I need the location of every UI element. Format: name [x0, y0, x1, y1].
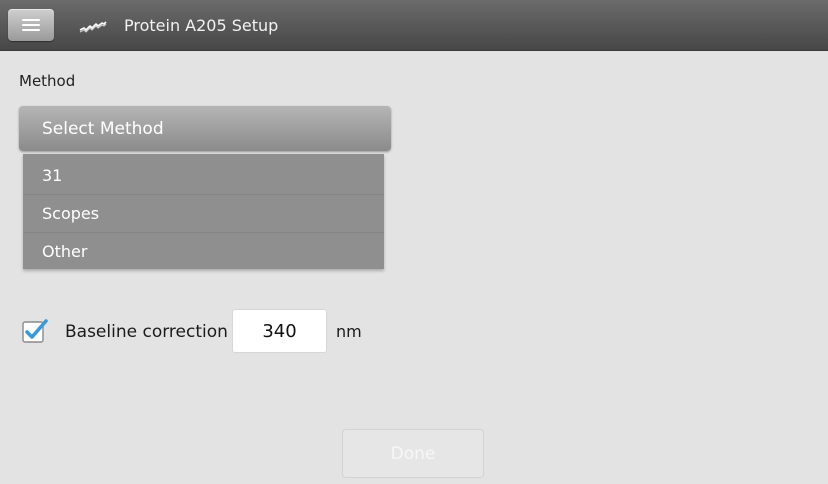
menu-line [22, 19, 40, 21]
hamburger-menu-icon[interactable] [8, 9, 54, 41]
menu-line [22, 29, 40, 31]
menu-line [22, 24, 40, 26]
method-option-label: Other [42, 242, 88, 261]
spectrum-wave-icon [79, 21, 107, 33]
done-button[interactable]: Done [342, 429, 484, 478]
method-option-label: Scopes [42, 204, 100, 223]
baseline-correction-checkbox[interactable] [22, 318, 48, 344]
select-method-label: Select Method [42, 118, 164, 139]
select-method-dropdown[interactable]: Select Method [19, 106, 391, 151]
method-option-31[interactable]: 31 [23, 156, 384, 194]
page-title: Protein A205 Setup [124, 16, 279, 35]
method-label: Method [19, 72, 76, 90]
method-option-label: 31 [42, 165, 63, 185]
baseline-wavelength-input[interactable] [232, 309, 327, 353]
app-toolbar: Protein A205 Setup [0, 0, 828, 51]
method-dropdown-list: 31 Scopes Other [23, 154, 384, 269]
baseline-correction-label: Baseline correction [65, 322, 228, 342]
method-option-other[interactable]: Other [23, 232, 384, 270]
method-option-scopes[interactable]: Scopes [23, 194, 384, 232]
unit-label: nm [336, 322, 362, 341]
